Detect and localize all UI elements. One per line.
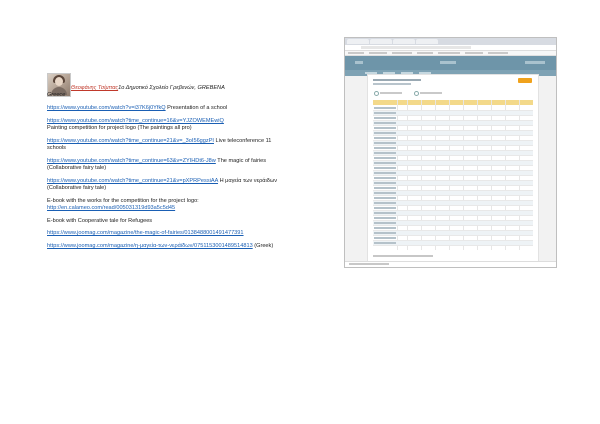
author-name[interactable]: Θεοφάνης Τσίμπας [71,85,118,91]
radio-options [374,91,454,96]
entry-link[interactable]: https://www.youtube.com/watch?time_conti… [47,178,218,184]
entry-link[interactable]: https://www.joomag.com/magazine/η-μαγεία… [47,243,253,249]
panel-title-placeholder [373,79,421,81]
entry-link[interactable]: https://www.youtube.com/watch?time_conti… [47,138,214,144]
avatar-face [55,77,63,86]
entry-text: E-book with Cooperative tale for Refugee… [47,217,153,224]
entry-ebook-logo: E-book with the works for the competitio… [47,198,287,212]
entry-teleconference: https://www.youtube.com/watch?time_conti… [47,138,287,152]
entry-text: Presentation of a school [165,105,228,112]
browser-screenshot-thumbnail [344,37,557,268]
browser-tab-bar [345,38,556,45]
browser-status-bar [345,261,556,267]
entry-text: (Greek) [252,243,274,250]
results-table [373,100,533,250]
panel-footer-placeholder [373,255,433,257]
orange-action-button [518,78,532,83]
author-country: Greece [47,92,66,99]
entry-painting: https://www.youtube.com/watch?time_conti… [47,118,287,132]
entry-ebook-refugees: E-book with Cooperative tale for Refugee… [47,218,287,225]
entry-fairies-gr: https://www.youtube.com/watch?time_conti… [47,178,287,192]
entry-link[interactable]: http://en.calameo.com/read/005031319d93a… [47,205,175,211]
author-school: 1ο Δημοτικό Σχολείο Γρεβενών, GREBENA [118,85,225,91]
entry-link[interactable]: https://www.youtube.com/watch?time_conti… [47,118,224,124]
entry-link[interactable]: https://www.joomag.com/magazine/the-magi… [47,230,244,236]
panel-subtitle-placeholder [373,83,411,85]
entry-joomag-en: https://www.joomag.com/magazine/the-magi… [47,230,287,237]
entry-presentation: https://www.youtube.com/watch?v=i37K6j0Y… [47,105,287,112]
app-header-bar [345,56,556,70]
entry-link[interactable]: https://www.youtube.com/watch?v=i37K6j0Y… [47,105,166,111]
entry-text: Painting competition for project logo (T… [47,125,192,132]
results-panel [367,74,539,262]
entry-joomag-gr: https://www.joomag.com/magazine/η-μαγεία… [47,243,287,250]
document-body: Θεοφάνης Τσίμπας1ο Δημοτικό Σχολείο Γρεβ… [47,85,287,256]
entry-fairies-en: https://www.youtube.com/watch?time_conti… [47,158,287,172]
entry-link[interactable]: https://www.youtube.com/watch?time_conti… [47,158,216,164]
author-line: Θεοφάνης Τσίμπας1ο Δημοτικό Σχολείο Γρεβ… [71,85,287,92]
entry-text: E-book with the works for the competitio… [47,197,199,204]
